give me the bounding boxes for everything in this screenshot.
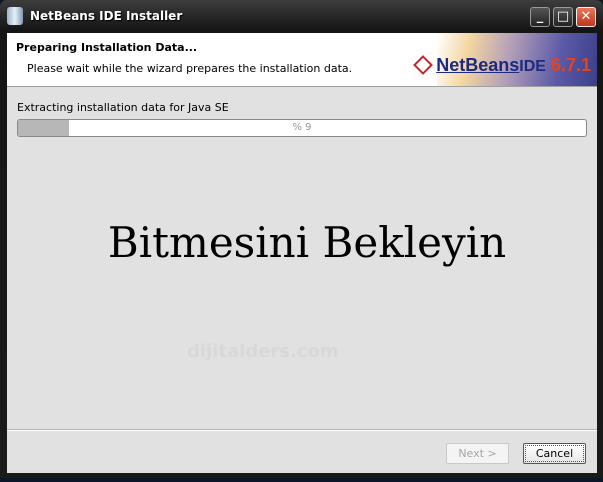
- maximize-button[interactable]: □: [553, 7, 573, 27]
- window-title: NetBeans IDE Installer: [30, 9, 183, 23]
- step-title: Preparing Installation Data...: [16, 41, 198, 54]
- progress-status: Extracting installation data for Java SE: [17, 101, 229, 114]
- step-description: Please wait while the wizard prepares th…: [27, 62, 353, 75]
- installer-window: NetBeans IDE Installer _ □ ✕ Preparing I…: [0, 0, 603, 478]
- netbeans-logo: NetBeansIDE 6.7.1: [413, 55, 591, 76]
- separator: [7, 429, 597, 431]
- close-button[interactable]: ✕: [576, 7, 596, 27]
- progress-bar: % 9: [17, 119, 587, 137]
- wizard-header: Preparing Installation Data... Please wa…: [7, 33, 597, 87]
- overlay-caption: Bitmesini Bekleyin: [107, 218, 507, 267]
- wizard-content: Preparing Installation Data... Please wa…: [7, 33, 597, 473]
- netbeans-cube-icon: [413, 55, 434, 75]
- progress-percent: % 9: [292, 122, 312, 133]
- next-button[interactable]: Next >: [446, 443, 509, 464]
- app-icon: [7, 7, 23, 25]
- watermark: dijitalders.com: [187, 341, 339, 362]
- minimize-button[interactable]: _: [530, 7, 550, 27]
- netbeans-banner: NetBeansIDE 6.7.1: [413, 33, 597, 86]
- cancel-button[interactable]: Cancel: [523, 443, 586, 464]
